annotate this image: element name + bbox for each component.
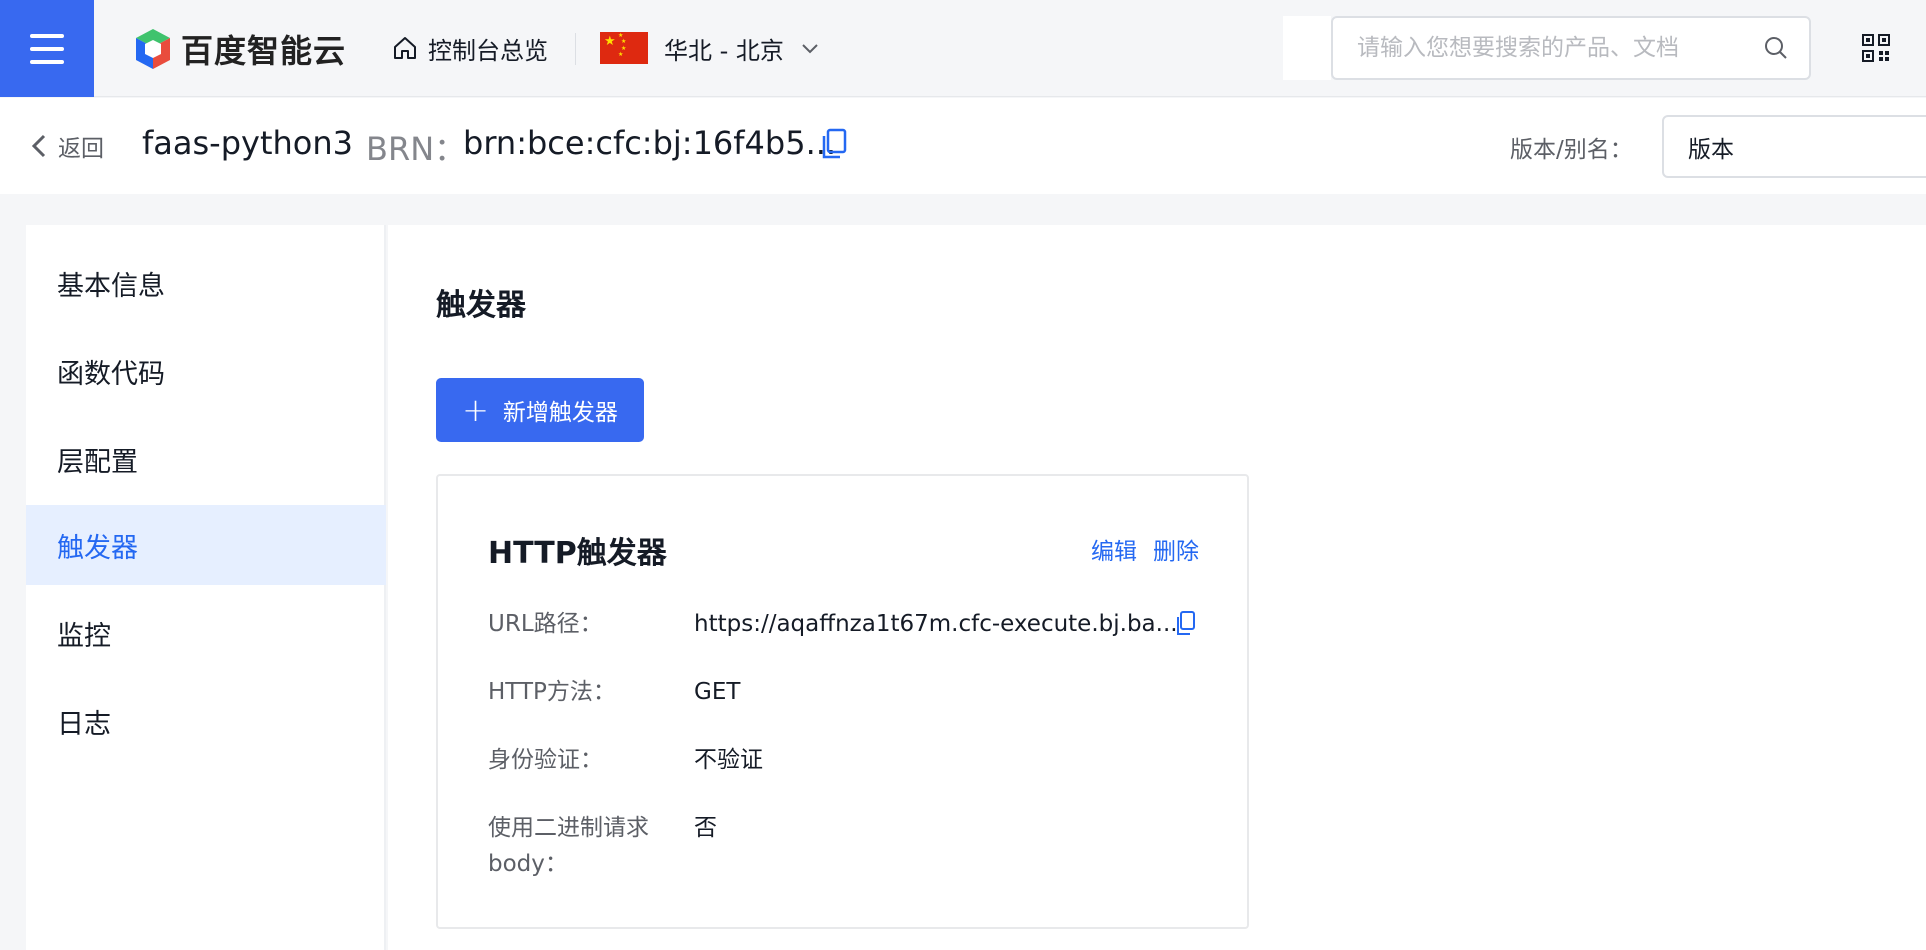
nav-divider [575, 33, 576, 65]
version-select-value: 版本 [1688, 136, 1734, 163]
section-title: 触发器 [436, 288, 526, 323]
http-trigger-card: HTTP触发器 编辑 删除 URL路径： https://aqaffnza1t6… [436, 474, 1249, 929]
copy-url-icon[interactable] [1176, 610, 1196, 636]
menu-icon-line [30, 46, 64, 51]
sidebar-item-label: 基本信息 [57, 270, 165, 302]
sidebar-item-function-code[interactable]: 函数代码 [26, 331, 386, 411]
brn-label: BRN： [366, 130, 467, 168]
function-name: faas-python3 [142, 124, 353, 162]
logo-text: 百度智能云 [181, 32, 347, 70]
edit-trigger-link[interactable]: 编辑 [1091, 532, 1137, 566]
add-trigger-button[interactable]: + 新增触发器 [436, 378, 644, 442]
china-flag-icon: ★ ★ ★ ★ ★ [600, 32, 648, 64]
http-method-value: GET [694, 679, 741, 705]
brn-value: brn:bce:cfc:bj:16f4b5... [463, 124, 837, 162]
baidu-cloud-logo[interactable]: 百度智能云 [133, 27, 346, 71]
version-alias-label: 版本/别名： [1510, 137, 1633, 163]
sidebar-item-label: 函数代码 [57, 358, 165, 390]
url-path-label: URL路径： [488, 611, 603, 637]
sidebar-item-monitoring[interactable]: 监控 [26, 593, 386, 673]
function-sidebar: 基本信息 函数代码 层配置 触发器 监控 日志 [26, 225, 386, 950]
menu-icon-line [30, 33, 64, 38]
region-label: 华北 - 北京 [664, 36, 784, 65]
chevron-down-icon [802, 44, 818, 54]
sidebar-item-triggers[interactable]: 触发器 [26, 505, 386, 585]
trigger-card-actions: 编辑 删除 [1091, 532, 1199, 566]
auth-value: 不验证 [694, 747, 763, 773]
qr-code-icon[interactable] [1862, 34, 1890, 62]
region-selector[interactable]: ★ ★ ★ ★ ★ 华北 - 北京 [600, 30, 820, 66]
back-label: 返回 [58, 136, 104, 162]
sidebar-item-label: 层配置 [57, 446, 138, 478]
search-input[interactable] [1357, 35, 1763, 61]
add-trigger-label: 新增触发器 [502, 400, 618, 426]
home-icon [394, 37, 416, 59]
hamburger-menu-button[interactable] [0, 0, 94, 97]
trigger-card-title: HTTP触发器 [488, 536, 667, 571]
sidebar-item-layer-config[interactable]: 层配置 [26, 419, 386, 499]
copy-brn-icon[interactable] [821, 128, 847, 160]
plus-icon: + [462, 391, 489, 429]
binary-body-label: 使用二进制请求body： [488, 815, 649, 877]
logo-cube-icon [136, 29, 170, 69]
top-navigation-bar: 百度智能云 控制台总览 ★ ★ ★ ★ ★ 华北 - 北京 [0, 0, 1926, 97]
console-overview-link[interactable]: 控制台总览 [392, 30, 548, 66]
version-select[interactable]: 版本 [1662, 115, 1926, 178]
search-prefix-block [1283, 16, 1331, 80]
binary-body-value: 否 [694, 815, 717, 841]
url-path-value: https://aqaffnza1t67m.cfc-execute.bj.ba.… [694, 611, 1178, 637]
sidebar-item-label: 触发器 [57, 532, 138, 564]
delete-trigger-link[interactable]: 删除 [1153, 532, 1199, 566]
http-method-label: HTTP方法： [488, 679, 616, 705]
search-icon[interactable] [1763, 35, 1789, 61]
back-link[interactable]: 返回 [30, 128, 104, 164]
auth-label: 身份验证： [488, 747, 603, 773]
sidebar-item-label: 日志 [57, 708, 111, 740]
console-overview-label: 控制台总览 [428, 36, 548, 65]
sidebar-item-basic-info[interactable]: 基本信息 [26, 243, 386, 323]
global-search-box[interactable] [1331, 16, 1811, 80]
sidebar-item-logs[interactable]: 日志 [26, 681, 386, 761]
chevron-left-icon [31, 134, 46, 158]
menu-icon-line [30, 59, 64, 64]
sidebar-item-label: 监控 [57, 620, 111, 652]
